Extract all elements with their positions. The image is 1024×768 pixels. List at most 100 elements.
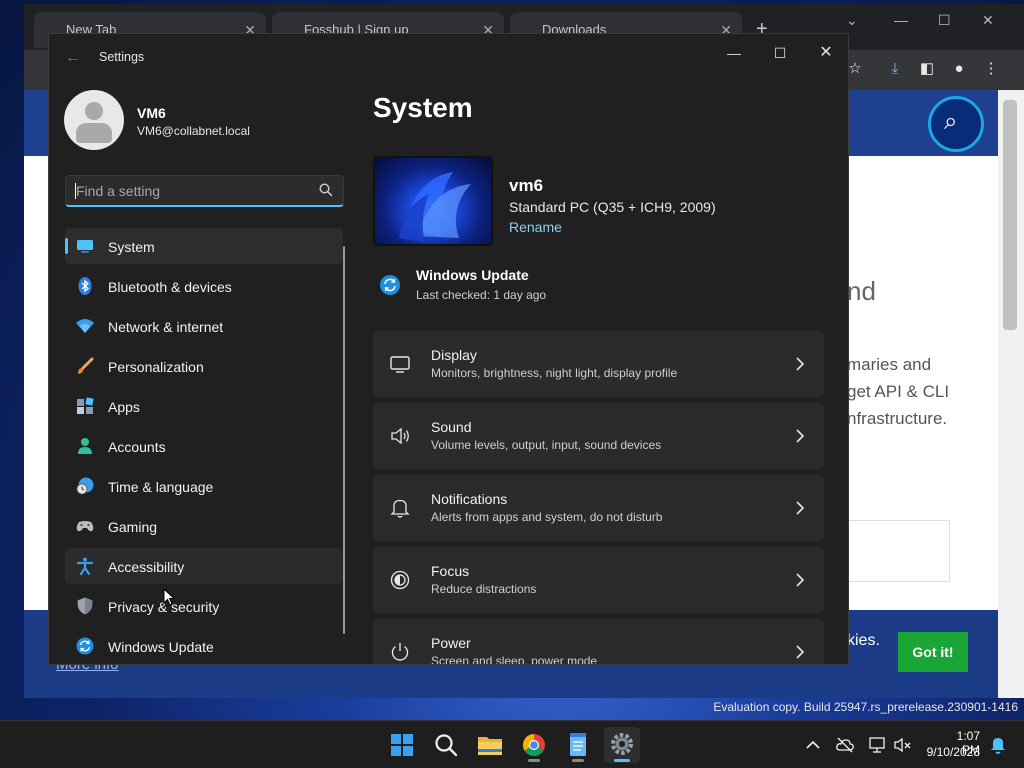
avatar-head [85, 102, 103, 120]
sound-card[interactable]: Sound Volume levels, output, input, soun… [373, 403, 824, 469]
device-wallpaper-thumbnail [373, 156, 493, 246]
search-icon: ⌕ [944, 108, 958, 135]
network-icon[interactable] [867, 735, 887, 755]
card-title: Notifications [431, 491, 508, 507]
page-title: System [373, 92, 473, 123]
taskbar-notepad[interactable] [560, 727, 596, 763]
volume-muted-icon[interactable] [893, 735, 913, 755]
nav-item-time-language[interactable]: Time & language [65, 468, 343, 504]
notification-bell-icon[interactable] [988, 735, 1008, 755]
settings-window: ← Settings — ☐ ✕ VM6 VM6@collabnet.local… [48, 33, 849, 665]
taskbar-chrome[interactable] [516, 727, 552, 763]
speaker-icon [391, 427, 409, 445]
nav-item-bluetooth[interactable]: Bluetooth & devices [65, 268, 343, 304]
nav-scrollbar[interactable] [343, 246, 345, 634]
site-search-button[interactable]: ⌕ [928, 96, 984, 152]
nav-item-accessibility[interactable]: Accessibility [65, 548, 343, 584]
monitor-icon [77, 240, 93, 253]
display-icon [390, 356, 410, 373]
nav-item-personalization[interactable]: Personalization [65, 348, 343, 384]
card-title: Sound [431, 419, 472, 435]
clock-date[interactable]: 9/10/2023 [918, 745, 980, 759]
nav-item-label: Gaming [108, 519, 158, 535]
chevron-down-icon[interactable]: ⌄ [846, 12, 858, 29]
bell-icon [390, 499, 410, 518]
menu-icon[interactable]: ⋮ [982, 60, 1000, 78]
close-button[interactable]: ✕ [803, 38, 848, 68]
user-name: VM6 [137, 105, 166, 121]
nav-item-label: Bluetooth & devices [108, 279, 232, 295]
chevron-right-icon [796, 573, 805, 587]
chevron-right-icon [796, 429, 805, 443]
focus-card[interactable]: Focus Reduce distractions [373, 547, 824, 613]
minimize-icon[interactable]: — [894, 12, 908, 28]
nav-item-label: Accessibility [108, 559, 185, 575]
card-subtitle: Alerts from apps and system, do not dist… [431, 510, 663, 524]
update-icon [76, 637, 94, 655]
chevron-up-icon[interactable] [803, 735, 823, 755]
maximize-button[interactable]: ☐ [757, 38, 803, 68]
device-name: vm6 [509, 176, 544, 195]
rename-link[interactable]: Rename [509, 219, 562, 235]
download-icon[interactable]: ⤓ [886, 60, 904, 78]
got-it-button[interactable]: Got it! [898, 632, 968, 672]
taskbar-search-button[interactable] [428, 727, 464, 763]
notifications-card[interactable]: Notifications Alerts from apps and syste… [373, 475, 824, 541]
chrome-icon [523, 734, 545, 756]
nav-item-privacy-security[interactable]: Privacy & security [65, 588, 343, 624]
taskbar-settings[interactable] [604, 727, 640, 763]
start-icon [391, 734, 413, 756]
side-panel-icon[interactable]: ◧ [918, 60, 936, 78]
bloom-wallpaper-graphic [399, 172, 471, 242]
brush-icon [78, 357, 94, 374]
nav-item-label: Windows Update [108, 639, 214, 655]
accessibility-icon [76, 557, 94, 576]
nav-item-label: Apps [108, 399, 140, 415]
browser-scrollbar[interactable] [998, 90, 1024, 698]
shield-icon [77, 597, 93, 615]
selection-indicator [65, 238, 68, 254]
globe-clock-icon [76, 477, 94, 495]
nav-item-system[interactable]: System [65, 228, 343, 264]
profile-icon[interactable]: ● [950, 60, 968, 78]
power-card[interactable]: Power Screen and sleep, power mode [373, 619, 824, 664]
display-card[interactable]: Display Monitors, brightness, night ligh… [373, 331, 824, 397]
search-input[interactable] [76, 182, 306, 200]
search-box[interactable] [65, 175, 344, 207]
search-icon[interactable] [319, 183, 333, 197]
nav-item-windows-update[interactable]: Windows Update [65, 628, 343, 664]
bluetooth-icon [78, 277, 92, 295]
maximize-icon[interactable]: ☐ [938, 12, 951, 29]
close-icon[interactable]: ✕ [982, 12, 994, 29]
active-indicator [614, 759, 630, 762]
nav-item-accounts[interactable]: Accounts [65, 428, 343, 464]
nav-item-label: Personalization [108, 359, 204, 375]
evaluation-watermark: Evaluation copy. Build 25947.rs_prerelea… [713, 700, 1018, 714]
windows-update-status: Last checked: 1 day ago [416, 288, 547, 302]
nav-item-label: Network & internet [108, 319, 224, 335]
running-indicator [528, 759, 540, 762]
chevron-right-icon [796, 645, 805, 659]
gamepad-icon [76, 521, 94, 532]
cloud-off-icon[interactable] [835, 735, 855, 755]
person-icon [78, 438, 92, 454]
windows-update-title[interactable]: Windows Update [416, 267, 529, 283]
start-button[interactable] [384, 727, 420, 763]
back-arrow-icon[interactable]: ← [61, 46, 85, 70]
minimize-button[interactable]: — [711, 38, 757, 68]
mouse-cursor-icon [163, 588, 175, 606]
avatar[interactable] [64, 90, 124, 150]
nav-item-network[interactable]: Network & internet [65, 308, 343, 344]
device-model: Standard PC (Q35 + ICH9, 2009) [509, 199, 716, 215]
nav-item-gaming[interactable]: Gaming [65, 508, 343, 544]
title-bar: ← Settings — ☐ ✕ [49, 34, 848, 82]
page-text-line: nfrastructure. [847, 409, 948, 428]
avatar-body [76, 123, 112, 143]
settings-icon [611, 733, 633, 755]
windows-update-icon[interactable] [379, 274, 401, 296]
page-heading-fragment: nd [847, 276, 876, 306]
card-title: Focus [431, 563, 470, 579]
scrollbar-thumb[interactable] [1003, 100, 1017, 330]
taskbar-file-explorer[interactable] [472, 727, 508, 763]
nav-item-apps[interactable]: Apps [65, 388, 343, 424]
